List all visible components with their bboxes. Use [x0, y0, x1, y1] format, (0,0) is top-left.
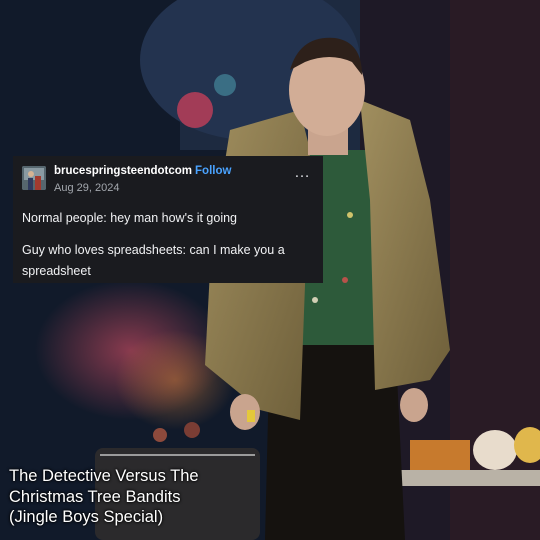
avatar-image	[22, 166, 46, 190]
post-date: Aug 29, 2024	[54, 182, 120, 194]
tumblr-post-card: brucespringsteendotcom Follow Aug 29, 202…	[13, 156, 323, 283]
caption-line-1: The Detective Versus The	[9, 467, 199, 485]
photo-scene: brucespringsteendotcom Follow Aug 29, 202…	[0, 0, 540, 540]
more-options-icon[interactable]: …	[294, 165, 311, 181]
caption-line-2: Christmas Tree Bandits	[9, 487, 181, 506]
video-caption: The Detective Versus The Christmas Tree …	[9, 466, 269, 528]
post-author[interactable]: brucespringsteendotcom Follow	[54, 165, 231, 177]
post-text-line-2: Guy who loves spreadsheets: can I make y…	[22, 243, 285, 278]
post-text-line-1: Normal people: hey man how's it going	[22, 211, 238, 225]
avatar[interactable]	[22, 166, 46, 190]
follow-button[interactable]: Follow	[195, 165, 231, 177]
caption-line-3: (Jingle Boys Special)	[9, 508, 164, 526]
username-text[interactable]: brucespringsteendotcom	[54, 165, 192, 177]
